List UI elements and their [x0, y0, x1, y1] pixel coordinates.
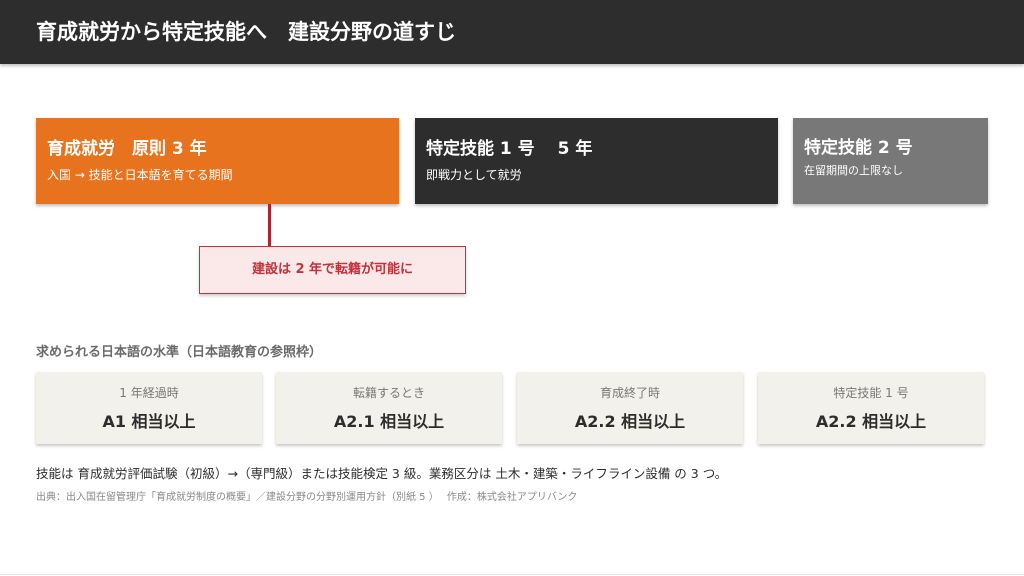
level-card-tokutei-1: 特定技能 1 号 A2.2 相当以上 [758, 372, 984, 444]
page-title: 育成就労から特定技能へ 建設分野の道すじ [36, 20, 456, 44]
level-card-transfer: 転籍するとき A2.1 相当以上 [276, 372, 502, 444]
transfer-callout: 建設は 2 年で転籍が可能に [199, 246, 466, 294]
level-value: A2.1 相当以上 [333, 412, 445, 431]
level-card-1-year: 1 年経過時 A1 相当以上 [36, 372, 262, 444]
stage-title: 育成就労 原則 3 年 [47, 139, 207, 159]
level-value: A2.2 相当以上 [815, 412, 927, 431]
level-label: 育成終了時 [599, 386, 660, 400]
callout-connector-line [268, 204, 271, 246]
stage-tokutei-ginou-2: 特定技能 2 号 在留期間の上限なし [793, 118, 988, 204]
stage-tokutei-ginou-1: 特定技能 1 号 5 年 即戦力として就労 [415, 118, 778, 204]
level-value: A2.2 相当以上 [574, 412, 686, 431]
level-label: 1 年経過時 [119, 386, 179, 400]
stage-description: 在留期間の上限なし [804, 164, 903, 177]
level-card-completion: 育成終了時 A2.2 相当以上 [517, 372, 743, 444]
stage-description: 入国 → 技能と日本語を育てる期間 [47, 168, 233, 182]
source-credit: 出典：出入国在留管理庁「育成就労制度の概要」／建設分野の分野別運用方針（別紙 5… [36, 492, 578, 503]
stage-title: 特定技能 1 号 5 年 [426, 139, 593, 159]
stage-ikusei-shuro: 育成就労 原則 3 年 入国 → 技能と日本語を育てる期間 [36, 118, 399, 204]
stage-title: 特定技能 2 号 [804, 138, 913, 158]
level-label: 特定技能 1 号 [833, 386, 909, 400]
skills-note: 技能は 育成就労評価試験（初級）→（専門級）または技能検定 3 級。業務区分は … [36, 466, 728, 481]
slide: 育成就労から特定技能へ 建設分野の道すじ 育成就労 原則 3 年 入国 → 技能… [0, 0, 1024, 576]
stage-description: 即戦力として就労 [426, 168, 522, 182]
level-label: 転籍するとき [352, 386, 425, 400]
header-bar: 育成就労から特定技能へ 建設分野の道すじ [0, 0, 1024, 64]
level-value: A1 相当以上 [102, 412, 196, 431]
footer-divider [0, 574, 1024, 575]
section-heading-japanese-levels: 求められる日本語の水準（日本語教育の参照枠） [36, 345, 323, 360]
